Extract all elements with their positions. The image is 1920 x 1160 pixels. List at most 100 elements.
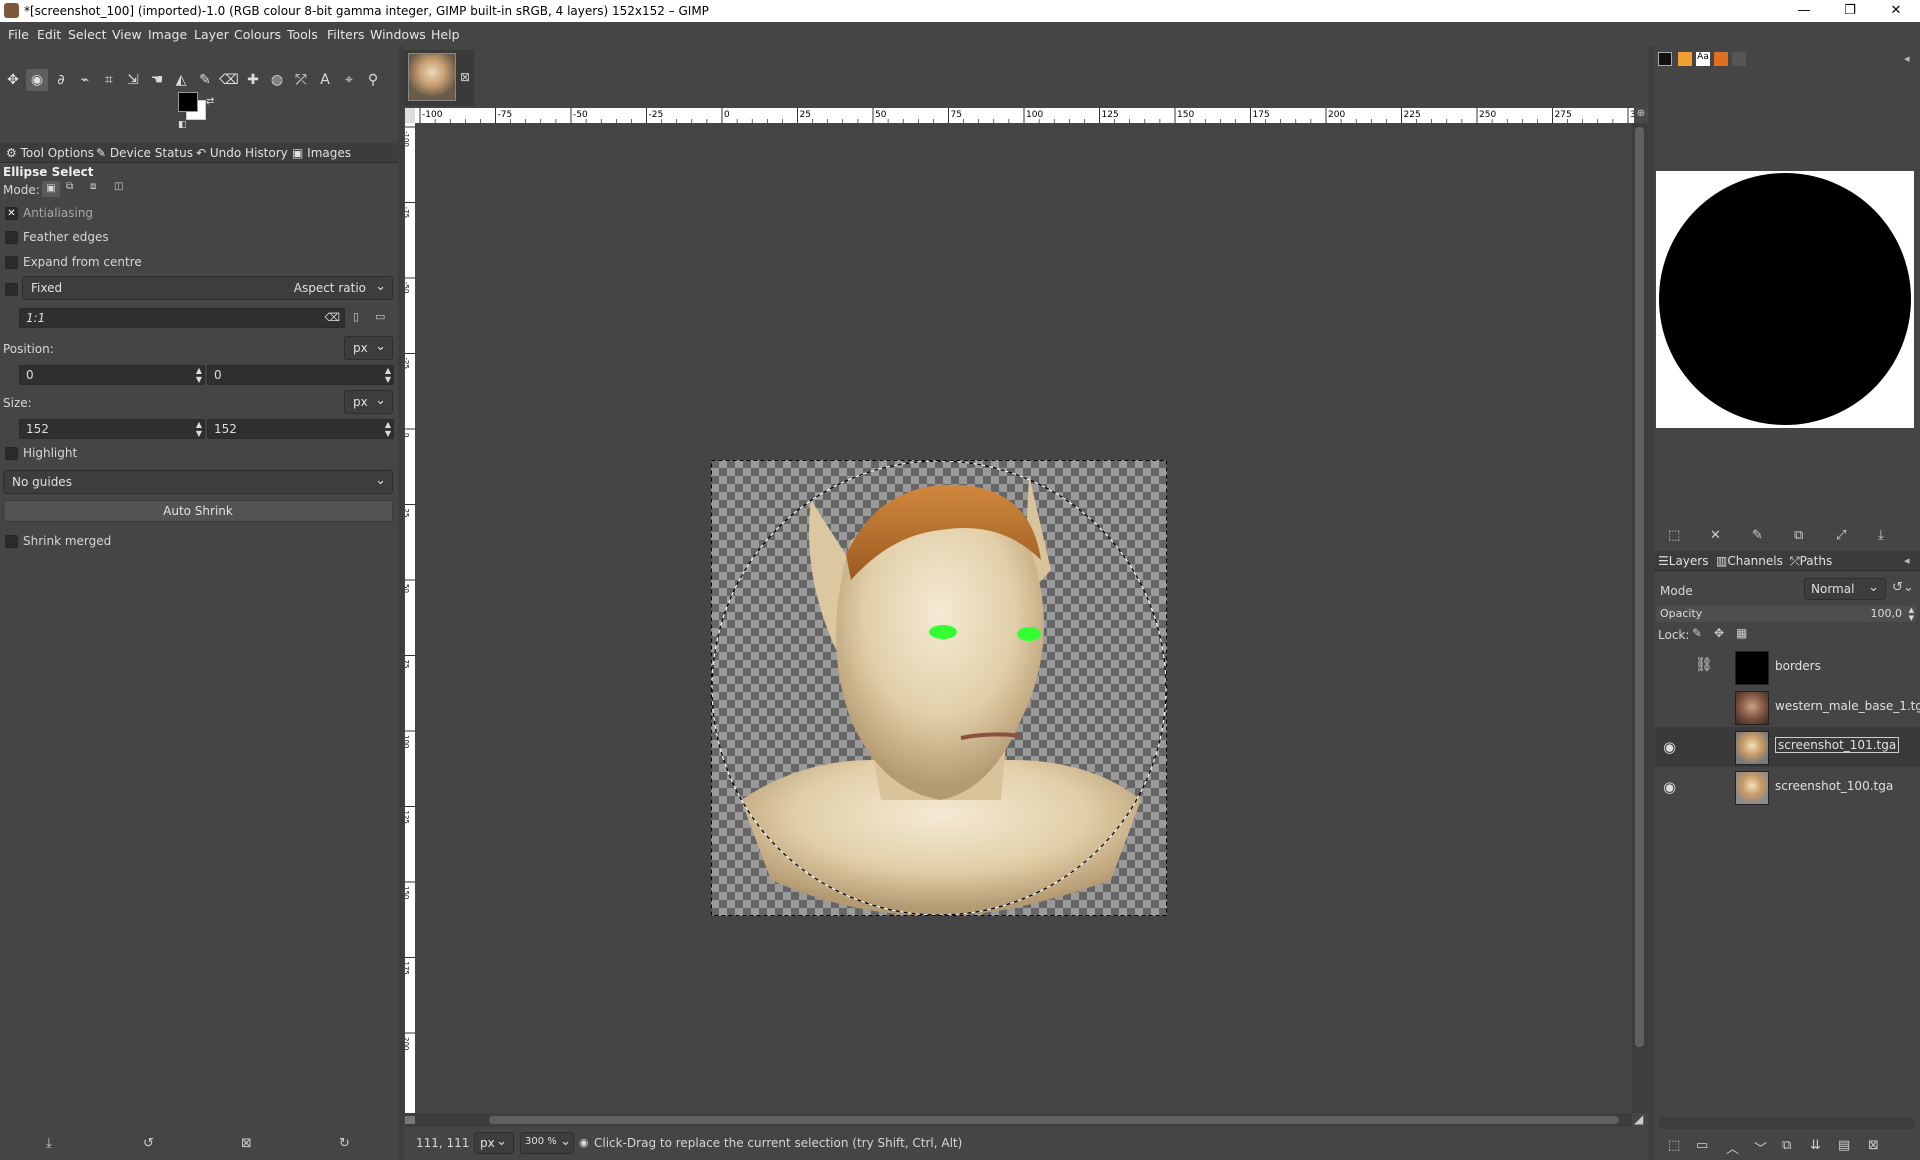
position-unit-select[interactable]: px ⌄ <box>344 336 393 360</box>
menu-colours[interactable]: Colours <box>234 27 281 42</box>
restore-options-icon[interactable]: ↺ <box>143 1136 154 1151</box>
zoom-icon[interactable]: ⚲ <box>362 69 384 91</box>
delete-options-icon[interactable]: ⊠ <box>241 1136 252 1151</box>
clear-icon[interactable]: ⌫ <box>324 311 340 324</box>
paintbrush-icon[interactable]: ✎ <box>194 69 216 91</box>
ellipse-select-icon[interactable]: ◉ <box>26 69 48 91</box>
feather-edges-checkbox[interactable] <box>5 231 18 244</box>
mode-intersect-icon[interactable]: ◫ <box>114 181 123 192</box>
status-unit-select[interactable]: px ⌄ <box>474 1132 514 1154</box>
layer-composite-icon[interactable]: ↺⌄ <box>1892 580 1914 595</box>
layers-scrollbar[interactable] <box>1658 1117 1914 1129</box>
crop-icon[interactable]: ⌗ <box>98 69 120 91</box>
tab-device-status[interactable]: ✎ Device Status <box>96 146 193 160</box>
image-tab[interactable]: ⊠ <box>404 50 474 106</box>
menu-image[interactable]: Image <box>148 27 187 42</box>
layer-row[interactable]: western_male_base_1.tg <box>1655 687 1920 727</box>
tab-tool-options[interactable]: ⚙ Tool Options <box>6 146 94 160</box>
auto-shrink-button[interactable]: Auto Shrink <box>3 500 393 522</box>
save-options-icon[interactable]: ⤓ <box>46 1136 52 1151</box>
horizontal-ruler[interactable]: -100 -75 -50 -25 0 25 50 75 100 125 150 175 200 225 25… <box>415 108 1647 123</box>
heal-icon[interactable]: ✚ <box>242 69 264 91</box>
lock-alpha-icon[interactable]: ▦ <box>1736 626 1747 640</box>
ratio-field[interactable]: 1:1 ⌫ <box>19 308 345 328</box>
layer-name[interactable]: screenshot_101.tga <box>1775 737 1900 753</box>
warp-icon[interactable]: ☚ <box>146 69 168 91</box>
portrait-icon[interactable]: ▯ <box>353 310 359 323</box>
tab-images[interactable]: ▣ Images <box>292 146 351 160</box>
mode-add-icon[interactable]: ⧉ <box>66 181 73 192</box>
spin-arrows-icon[interactable]: ▲ ▼ <box>385 366 391 384</box>
lower-layer-icon[interactable]: ﹀ <box>1754 1138 1767 1157</box>
new-layer-icon[interactable]: ⬚ <box>1668 1138 1680 1153</box>
open-icon[interactable]: ⤓ <box>1878 528 1884 543</box>
mode-subtract-icon[interactable]: ⧈ <box>90 181 96 192</box>
swap-colors-icon[interactable]: ⇄ <box>206 96 214 107</box>
minimize-button[interactable]: — <box>1781 0 1827 22</box>
spin-arrows-icon[interactable]: ▲ ▼ <box>196 366 202 384</box>
layer-row-selected[interactable]: ◉ screenshot_101.tga <box>1655 727 1920 767</box>
merge-layer-icon[interactable]: ⇊ <box>1810 1138 1821 1153</box>
layer-mask-icon[interactable]: ▤ <box>1838 1138 1850 1153</box>
dock-menu-icon[interactable]: ◂ <box>1904 554 1910 567</box>
palette-tab-icon[interactable] <box>1732 52 1746 66</box>
menu-help[interactable]: Help <box>431 27 460 42</box>
menu-edit[interactable]: Edit <box>37 27 61 42</box>
eraser-icon[interactable]: ⌫ <box>218 69 240 91</box>
paths-icon[interactable]: ⤱ <box>290 69 312 91</box>
brush-preview[interactable] <box>1656 171 1914 428</box>
menu-tools[interactable]: Tools <box>287 27 318 42</box>
chain-link-icon[interactable]: ⛓ <box>1695 657 1713 673</box>
edit-icon[interactable]: ✎ <box>1752 528 1763 543</box>
close-button[interactable]: ✕ <box>1873 0 1919 22</box>
smudge-icon[interactable]: ◍ <box>266 69 288 91</box>
position-x-input[interactable]: 0 ▲ ▼ <box>19 365 205 385</box>
menu-windows[interactable]: Windows <box>370 27 426 42</box>
landscape-icon[interactable]: ▭ <box>375 310 385 323</box>
spin-arrows-icon[interactable]: ▲ ▼ <box>1909 606 1914 622</box>
size-h-input[interactable]: 152 ▲ ▼ <box>207 419 394 439</box>
refresh-icon[interactable]: ⤢ <box>1836 528 1846 543</box>
zoom-select[interactable]: 300 % ⌄ <box>520 1132 574 1154</box>
fixed-checkbox[interactable] <box>5 283 18 296</box>
menu-layer[interactable]: Layer <box>194 27 229 42</box>
eye-icon[interactable]: ◉ <box>1663 778 1676 796</box>
menu-view[interactable]: View <box>112 27 142 42</box>
delete-icon[interactable]: ✕ <box>1710 528 1721 543</box>
font-tab-icon[interactable]: Aa <box>1696 52 1710 66</box>
tab-layers[interactable]: ☰Layers <box>1658 554 1708 568</box>
lock-position-icon[interactable]: ✥ <box>1714 626 1724 640</box>
tab-undo-history[interactable]: ↶ Undo History <box>196 146 288 160</box>
pattern-tab-icon[interactable] <box>1678 52 1692 66</box>
dock-menu-icon[interactable]: ◂ <box>1904 52 1910 65</box>
foreground-color-swatch[interactable] <box>178 92 198 112</box>
highlight-checkbox[interactable] <box>5 447 18 460</box>
vertical-scroll-thumb[interactable] <box>1635 127 1644 1047</box>
bucket-fill-icon[interactable]: ◭ <box>170 69 192 91</box>
size-unit-select[interactable]: px ⌄ <box>344 390 393 414</box>
vertical-scrollbar[interactable] <box>1632 123 1648 1113</box>
spin-arrows-icon[interactable]: ▲ ▼ <box>196 420 202 438</box>
reset-options-icon[interactable]: ↻ <box>339 1136 350 1151</box>
spin-arrows-icon[interactable]: ▲ ▼ <box>385 420 391 438</box>
maximize-button[interactable]: ❐ <box>1827 0 1873 22</box>
position-y-input[interactable]: 0 ▲ ▼ <box>207 365 394 385</box>
gradient-tab-icon[interactable] <box>1714 52 1728 66</box>
default-colors-icon[interactable]: ◧ <box>178 120 187 130</box>
navigate-icon[interactable]: ⊕ <box>1634 108 1648 123</box>
size-w-input[interactable]: 152 ▲ ▼ <box>19 419 205 439</box>
fuzzy-select-icon[interactable]: ⌁ <box>74 69 96 91</box>
guides-select[interactable]: No guides ⌄ <box>3 470 393 494</box>
image-canvas[interactable] <box>711 460 1167 916</box>
horizontal-scrollbar[interactable] <box>405 1113 1632 1127</box>
ruler-corner[interactable] <box>405 108 415 123</box>
lasso-icon[interactable]: ∂ <box>50 69 72 91</box>
transform-icon[interactable]: ⇲ <box>122 69 144 91</box>
menu-file[interactable]: File <box>8 27 29 42</box>
new-layer-group-icon[interactable]: ▭ <box>1696 1138 1708 1153</box>
horizontal-scroll-thumb[interactable] <box>489 1116 1619 1124</box>
zoom-fit-icon[interactable]: ◢ <box>1634 1112 1643 1126</box>
new-icon[interactable]: ⬚ <box>1668 528 1680 543</box>
layer-row[interactable]: ⛓ borders <box>1655 647 1920 687</box>
opacity-slider[interactable]: Opacity 100,0 ▲ ▼ <box>1656 606 1916 622</box>
